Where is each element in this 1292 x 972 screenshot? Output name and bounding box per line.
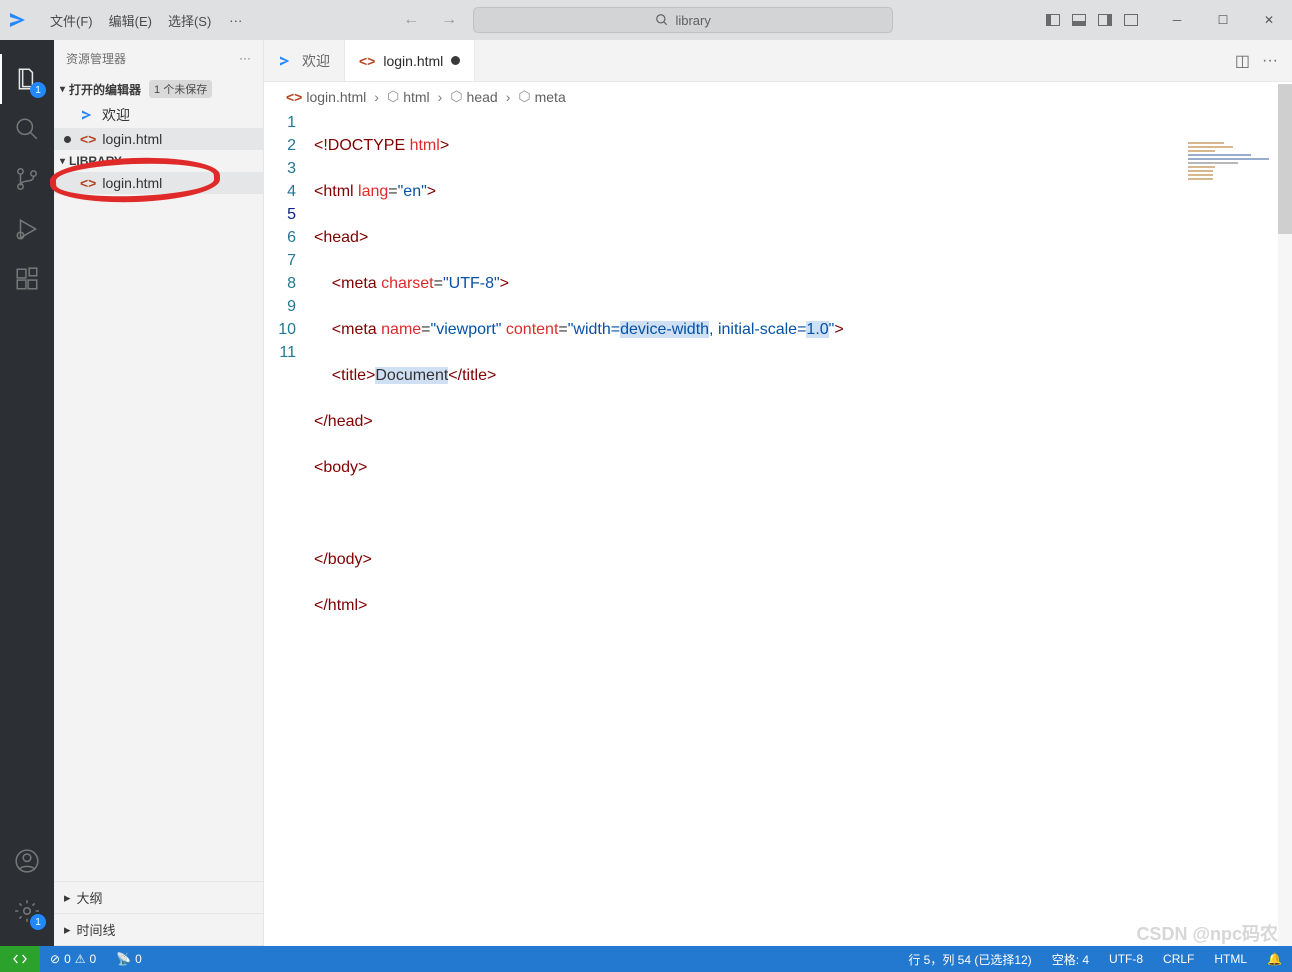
chevron-down-icon: ▾ — [60, 156, 65, 167]
chevron-right-icon: ▸ — [64, 922, 71, 938]
search-icon — [14, 116, 40, 142]
vscode-icon — [80, 107, 96, 123]
activity-explorer[interactable]: 1 — [0, 54, 54, 104]
status-spaces[interactable]: 空格: 4 — [1042, 951, 1099, 968]
file-label: 欢迎 — [102, 105, 130, 125]
crumb-label: meta — [535, 89, 566, 105]
open-editors-label: 打开的编辑器 — [69, 81, 141, 98]
extensions-icon — [14, 266, 40, 292]
file-label: login.html — [102, 131, 162, 147]
menu-select[interactable]: 选择(S) — [160, 0, 219, 40]
minimize-button[interactable]: ─ — [1154, 0, 1200, 40]
timeline-label: 时间线 — [77, 920, 116, 939]
menu-more-icon[interactable]: ··· — [219, 13, 252, 28]
unsaved-badge: 1 个未保存 — [149, 80, 212, 98]
open-editor-login[interactable]: <> login.html — [54, 128, 263, 150]
vscode-icon — [278, 53, 294, 69]
editor-group: 欢迎 <> login.html ◫ ··· <>login.html› ⬡ht… — [264, 40, 1292, 946]
activity-settings[interactable]: 1 — [0, 886, 54, 936]
section-outline[interactable]: ▸ 大纲 — [54, 882, 263, 914]
open-editor-welcome[interactable]: 欢迎 — [54, 102, 263, 128]
tab-label: login.html — [383, 53, 443, 69]
nav-forward-icon[interactable]: → — [435, 11, 463, 29]
open-editors-section[interactable]: ▾ 打开的编辑器 1 个未保存 — [54, 76, 263, 102]
vscode-logo-icon — [10, 10, 30, 30]
html-file-icon: <> — [80, 131, 96, 147]
folder-file-login[interactable]: <> login.html — [54, 172, 263, 194]
status-language[interactable]: HTML — [1204, 951, 1257, 968]
activity-extensions[interactable] — [0, 254, 54, 304]
file-label: login.html — [102, 175, 162, 191]
activity-account[interactable] — [0, 836, 54, 886]
layout-icon[interactable] — [1098, 14, 1112, 26]
breadcrumbs[interactable]: <>login.html› ⬡html› ⬡head› ⬡meta — [264, 82, 1292, 111]
more-actions-icon[interactable]: ··· — [1262, 52, 1278, 70]
activity-search[interactable] — [0, 104, 54, 154]
symbol-icon: ⬡ — [518, 88, 530, 105]
section-timeline[interactable]: ▸ 时间线 — [54, 914, 263, 946]
status-encoding[interactable]: UTF-8 — [1099, 951, 1153, 968]
modified-dot-icon — [64, 136, 71, 143]
code-editor[interactable]: 1234 567 891011 <!DOCTYPE html> <html la… — [264, 111, 1292, 663]
outline-label: 大纲 — [77, 888, 103, 907]
status-cursor[interactable]: 行 5，列 54 (已选择12) — [898, 951, 1041, 968]
activity-bar: 1 1 — [0, 40, 54, 946]
html-file-icon: <> — [80, 175, 96, 191]
activity-debug[interactable] — [0, 204, 54, 254]
folder-label: LIBRARY — [69, 154, 122, 168]
layout-icon[interactable] — [1046, 14, 1060, 26]
search-input[interactable]: library — [473, 7, 893, 33]
layout-icon[interactable] — [1072, 14, 1086, 26]
status-problems[interactable]: ⊘0⚠0 — [40, 952, 106, 966]
symbol-icon: ⬡ — [387, 88, 399, 105]
layout-icons — [1038, 14, 1146, 26]
minimap[interactable] — [1188, 140, 1278, 180]
maximize-button[interactable]: ☐ — [1200, 0, 1246, 40]
tab-welcome[interactable]: 欢迎 — [264, 40, 345, 81]
chevron-right-icon: ▸ — [64, 890, 71, 906]
sidebar-title: 资源管理器 — [66, 50, 126, 67]
activity-scm[interactable] — [0, 154, 54, 204]
html-file-icon: <> — [359, 53, 375, 69]
status-ports[interactable]: 📡0 — [106, 952, 152, 966]
remote-status-icon[interactable] — [0, 946, 40, 972]
sidebar-more-icon[interactable]: ··· — [239, 51, 251, 65]
split-editor-icon[interactable]: ◫ — [1235, 51, 1250, 71]
debug-icon — [14, 216, 40, 242]
sidebar: 资源管理器 ··· ▾ 打开的编辑器 1 个未保存 欢迎 <> login.ht… — [54, 40, 264, 946]
menu-edit[interactable]: 编辑(E) — [101, 0, 160, 40]
code-content[interactable]: <!DOCTYPE html> <html lang="en"> <head> … — [314, 111, 844, 663]
line-gutter: 1234 567 891011 — [264, 111, 314, 663]
vertical-scrollbar[interactable] — [1278, 84, 1292, 946]
tab-bar: 欢迎 <> login.html ◫ ··· — [264, 40, 1292, 82]
html-file-icon: <> — [286, 89, 302, 105]
crumb-label: head — [467, 89, 498, 105]
modified-dot-icon — [451, 56, 460, 65]
layout-icon[interactable] — [1124, 14, 1138, 26]
search-placeholder: library — [675, 13, 710, 28]
folder-section[interactable]: ▾ LIBRARY — [54, 150, 263, 172]
crumb-label: html — [403, 89, 429, 105]
account-icon — [14, 848, 40, 874]
scrollbar-thumb[interactable] — [1278, 84, 1292, 234]
nav-back-icon[interactable]: ← — [397, 11, 425, 29]
branch-icon — [14, 166, 40, 192]
search-icon — [655, 13, 669, 27]
status-bar: ⊘0⚠0 📡0 行 5，列 54 (已选择12) 空格: 4 UTF-8 CRL… — [0, 946, 1292, 972]
tab-label: 欢迎 — [302, 51, 330, 71]
settings-badge: 1 — [30, 914, 46, 930]
explorer-badge: 1 — [30, 82, 46, 98]
status-eol[interactable]: CRLF — [1153, 951, 1204, 968]
symbol-icon: ⬡ — [450, 88, 462, 105]
crumb-label: login.html — [306, 89, 366, 105]
status-notifications-icon[interactable]: 🔔 — [1257, 951, 1292, 968]
menu-file[interactable]: 文件(F) — [42, 0, 101, 40]
tab-login[interactable]: <> login.html — [345, 40, 475, 81]
title-bar: 文件(F) 编辑(E) 选择(S) ··· ← → library ─ ☐ ✕ — [0, 0, 1292, 40]
chevron-down-icon: ▾ — [60, 84, 65, 95]
close-button[interactable]: ✕ — [1246, 0, 1292, 40]
